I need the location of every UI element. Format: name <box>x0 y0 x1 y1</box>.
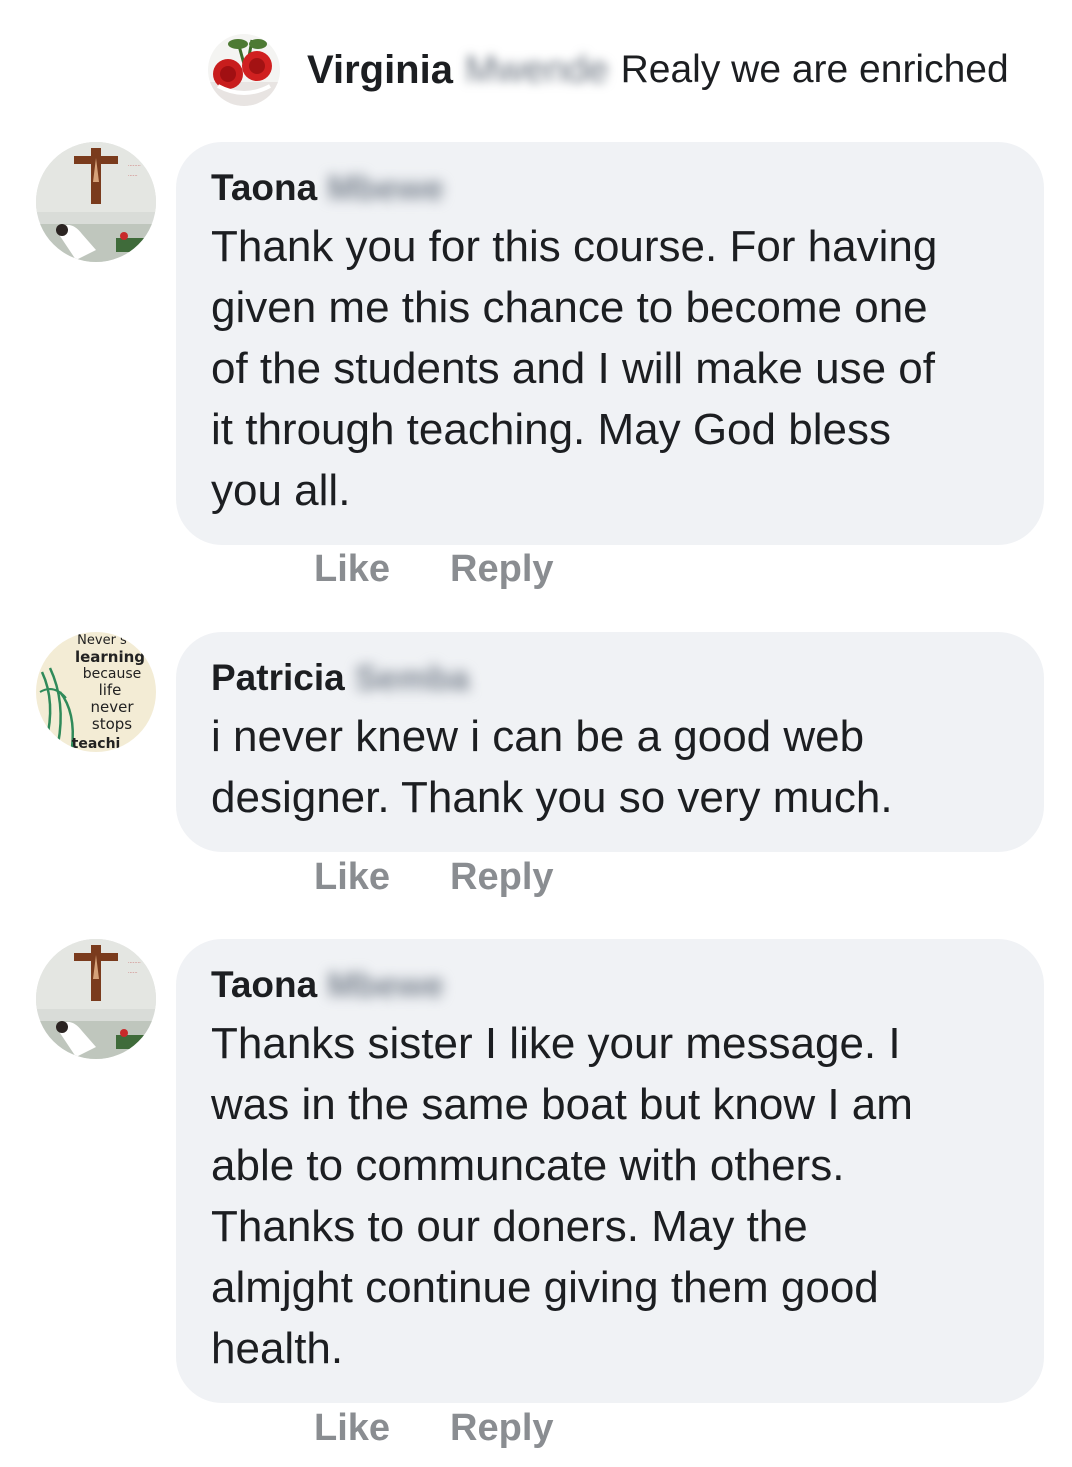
comment-author-last[interactable]: Semba <box>355 655 470 703</box>
reply-author-last[interactable]: Mwende <box>465 49 609 92</box>
comment-author-first[interactable]: Taona <box>211 964 317 1005</box>
avatar-quote-line: learning <box>75 648 145 666</box>
avatar-quote-line: teachi <box>72 736 121 752</box>
comment-bubble: Patricia Semba i never knew i can be a go… <box>176 632 1044 852</box>
like-button[interactable]: Like <box>314 1407 390 1450</box>
quote-avatar-icon[interactable]: Never s learning because life never stop… <box>36 632 156 752</box>
reply-author-first[interactable]: Virginia <box>307 48 453 93</box>
comment-bubble: Taona Mbewe Thank you for this course. Fo… <box>176 142 1044 545</box>
comment-author-first[interactable]: Taona <box>211 167 317 208</box>
comment-text: i never knew i can be a good web designe… <box>211 712 893 822</box>
avatar-quote-line: Never s <box>77 633 127 648</box>
reply-button[interactable]: Reply <box>450 1407 553 1450</box>
comment-author: Patricia Semba <box>211 654 1010 702</box>
comment-author-last[interactable]: Mbewe <box>327 165 444 213</box>
comment-author-last[interactable]: Mbewe <box>327 962 444 1010</box>
like-button[interactable]: Like <box>314 856 390 899</box>
avatar-quote-line: life <box>99 681 122 699</box>
roses-avatar-icon[interactable] <box>208 34 280 106</box>
avatar-quote-line: stops <box>92 715 132 733</box>
comment-actions: Like Reply <box>314 542 554 596</box>
reply-button[interactable]: Reply <box>450 548 553 591</box>
svg-text:......: ...... <box>128 969 138 975</box>
comment-text: Thanks sister I like your message. I was… <box>211 1019 913 1373</box>
reply-row: Virginia Mwende Realy we are enriched <box>208 34 1009 106</box>
comment-actions: Like Reply <box>314 1401 554 1455</box>
comment-author-first[interactable]: Patricia <box>211 657 345 698</box>
comment-author: Taona Mbewe <box>211 164 1010 212</box>
comment-author: Taona Mbewe <box>211 961 1010 1009</box>
comment-actions: Like Reply <box>314 850 554 904</box>
svg-text:........: ........ <box>128 959 141 965</box>
reply-button[interactable]: Reply <box>450 856 553 899</box>
svg-text:......: ...... <box>128 172 138 178</box>
comment-bubble: Taona Mbewe Thanks sister I like your mes… <box>176 939 1044 1403</box>
crucifix-avatar-icon[interactable]: ........ ...... <box>36 142 156 262</box>
avatar-quote-line: never <box>90 698 134 716</box>
svg-text:........: ........ <box>128 162 141 168</box>
comment-text: Thank you for this course. For having gi… <box>211 222 938 515</box>
crucifix-avatar-icon[interactable]: ........ ...... <box>36 939 156 1059</box>
avatar-quote-line: because <box>83 666 142 682</box>
like-button[interactable]: Like <box>314 548 390 591</box>
reply-text: Realy we are enriched <box>620 48 1009 91</box>
